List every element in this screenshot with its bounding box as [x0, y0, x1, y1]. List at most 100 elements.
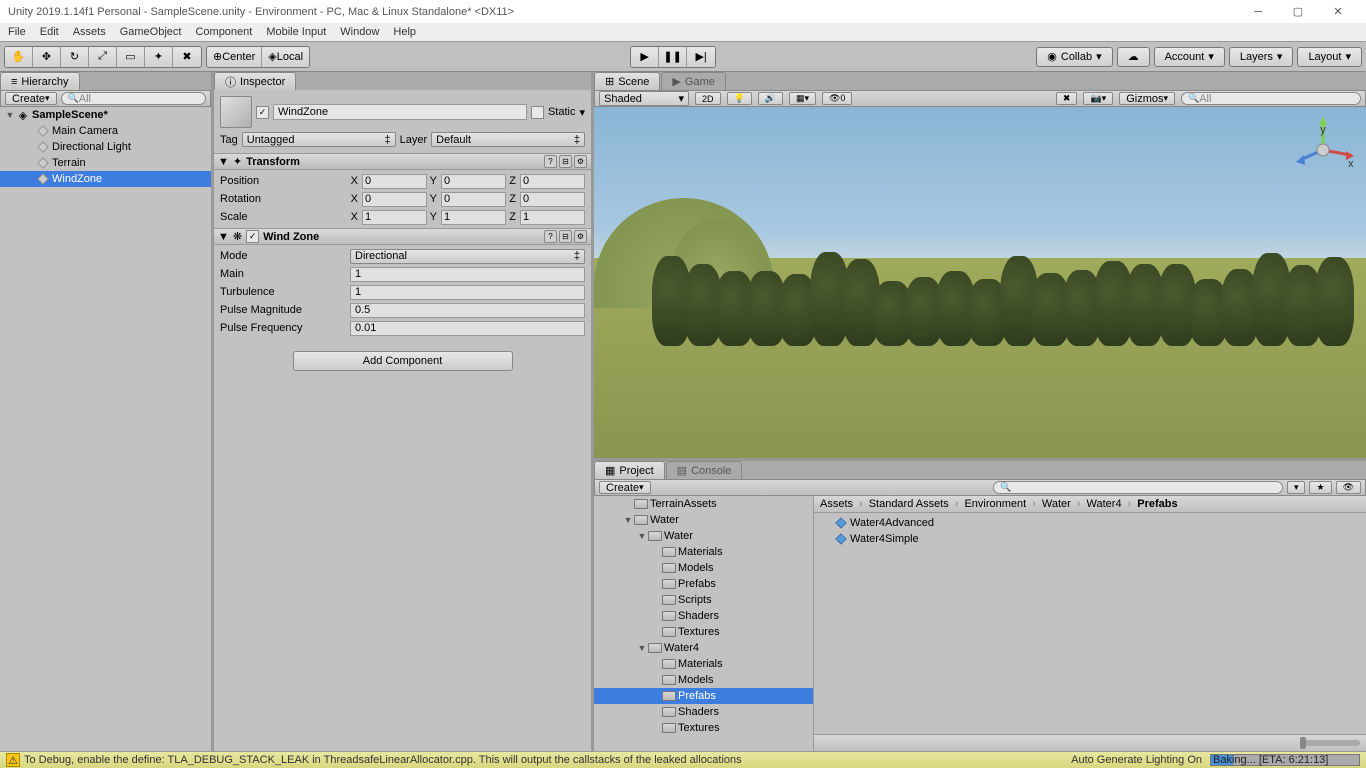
project-tree-item[interactable]: Prefabs	[594, 688, 813, 704]
menu-assets[interactable]: Assets	[73, 26, 106, 38]
warning-icon[interactable]: ⚠	[6, 753, 20, 767]
hierarchy-scene-row[interactable]: ▼◈ SampleScene*	[0, 107, 211, 123]
breadcrumb-item[interactable]: Environment	[964, 498, 1026, 510]
breadcrumb-item[interactable]: Prefabs	[1137, 498, 1177, 510]
project-tree-item[interactable]: ▼Water	[594, 512, 813, 528]
scene-settings-icon[interactable]: ✖	[1056, 92, 1078, 105]
collab-button[interactable]: ◉ Collab ▾	[1036, 47, 1112, 67]
audio-toggle[interactable]: 🔊	[758, 92, 783, 105]
scale-y[interactable]: 1	[441, 210, 506, 225]
minimize-button[interactable]: ─	[1238, 2, 1278, 22]
shading-mode-dropdown[interactable]: Shaded▾	[599, 91, 689, 106]
cloud-button[interactable]: ☁	[1117, 47, 1150, 67]
project-tree-item[interactable]: ▼Water4	[594, 640, 813, 656]
lighting-status[interactable]: Auto Generate Lighting On	[1071, 754, 1202, 766]
orientation-gizmo[interactable]: y x	[1288, 115, 1358, 185]
project-tree-item[interactable]: ▼Water	[594, 528, 813, 544]
lighting-toggle[interactable]: 💡	[727, 92, 752, 105]
transform-preset-icon[interactable]: ⊟	[559, 155, 572, 168]
turbulence-field[interactable]: 1	[350, 285, 585, 300]
rect-tool[interactable]: ▭	[117, 47, 145, 67]
mode-dropdown[interactable]: Directional‡	[350, 249, 585, 264]
menu-gameobject[interactable]: GameObject	[120, 26, 182, 38]
fx-toggle[interactable]: ▦▾	[789, 92, 816, 105]
transform-header[interactable]: ▼ ✦ Transform ?⊟⚙	[214, 153, 591, 170]
move-tool[interactable]: ✥	[33, 47, 61, 67]
add-component-button[interactable]: Add Component	[293, 351, 513, 371]
breadcrumb-item[interactable]: Water4	[1087, 498, 1122, 510]
rotation-z[interactable]: 0	[520, 192, 585, 207]
inspector-tab[interactable]: ⓘ Inspector	[214, 72, 296, 90]
hidden-toggle[interactable]: 👁0	[822, 92, 852, 105]
windzone-menu-icon[interactable]: ⚙	[574, 230, 587, 243]
console-tab[interactable]: ▤ Console	[666, 461, 743, 479]
menu-file[interactable]: File	[8, 26, 26, 38]
gameobject-active-checkbox[interactable]: ✓	[256, 106, 269, 119]
static-dropdown-icon[interactable]: ▾	[579, 106, 585, 119]
windzone-preset-icon[interactable]: ⊟	[559, 230, 572, 243]
static-checkbox[interactable]	[531, 106, 544, 119]
main-field[interactable]: 1	[350, 267, 585, 282]
gameobject-name-field[interactable]	[273, 104, 527, 120]
position-x[interactable]: 0	[362, 174, 427, 189]
windzone-docs-icon[interactable]: ?	[544, 230, 557, 243]
transform-docs-icon[interactable]: ?	[544, 155, 557, 168]
menu-help[interactable]: Help	[393, 26, 416, 38]
windzone-enabled-checkbox[interactable]: ✓	[246, 230, 259, 243]
scene-tab[interactable]: ⊞ Scene	[594, 72, 660, 90]
project-filter-icon[interactable]: ▾	[1287, 481, 1306, 494]
pulse-frequency-field[interactable]: 0.01	[350, 321, 585, 336]
2d-toggle[interactable]: 2D	[695, 92, 721, 105]
custom-tool[interactable]: ✖	[173, 47, 201, 67]
menu-window[interactable]: Window	[340, 26, 379, 38]
project-create-button[interactable]: Create ▾	[599, 481, 651, 494]
rotate-tool[interactable]: ↻	[61, 47, 89, 67]
layer-dropdown[interactable]: Default‡	[431, 132, 585, 147]
project-tree-item[interactable]: Materials	[594, 656, 813, 672]
scale-x[interactable]: 1	[362, 210, 427, 225]
scene-viewport[interactable]: y x	[594, 107, 1366, 458]
project-tree-item[interactable]: Prefabs	[594, 576, 813, 592]
project-hidden-icon[interactable]: 👁	[1336, 481, 1361, 494]
pivot-center-button[interactable]: ⊕ Center	[207, 47, 262, 67]
windzone-header[interactable]: ▼ ❋ ✓ Wind Zone ?⊟⚙	[214, 228, 591, 245]
hierarchy-tab[interactable]: ≡ Hierarchy	[0, 72, 80, 90]
project-tree-item[interactable]: Shaders	[594, 608, 813, 624]
play-button[interactable]: ▶	[631, 47, 659, 67]
project-tree-item[interactable]: Textures	[594, 720, 813, 736]
position-z[interactable]: 0	[520, 174, 585, 189]
transform-tool[interactable]: ✦	[145, 47, 173, 67]
breadcrumb-item[interactable]: Standard Assets	[869, 498, 949, 510]
game-tab[interactable]: ▶ Game	[661, 72, 725, 90]
hierarchy-item[interactable]: WindZone	[0, 171, 211, 187]
breadcrumb-item[interactable]: Water	[1042, 498, 1071, 510]
transform-menu-icon[interactable]: ⚙	[574, 155, 587, 168]
pivot-local-button[interactable]: ◈ Local	[262, 47, 309, 67]
project-tab[interactable]: ▦ Project	[594, 461, 665, 479]
position-y[interactable]: 0	[441, 174, 506, 189]
project-asset-item[interactable]: Water4Simple	[816, 531, 1364, 547]
project-zoom-slider[interactable]	[1300, 740, 1360, 746]
scene-search[interactable]: 🔍 All	[1181, 92, 1361, 105]
layers-button[interactable]: Layers ▾	[1229, 47, 1294, 67]
project-tree-item[interactable]: Textures	[594, 624, 813, 640]
rotation-x[interactable]: 0	[362, 192, 427, 207]
project-tree-item[interactable]: Models	[594, 560, 813, 576]
project-asset-item[interactable]: Water4Advanced	[816, 515, 1364, 531]
hierarchy-item[interactable]: Main Camera	[0, 123, 211, 139]
hierarchy-create-button[interactable]: Create ▾	[5, 92, 57, 105]
layout-button[interactable]: Layout ▾	[1297, 47, 1362, 67]
gizmos-dropdown[interactable]: Gizmos ▾	[1119, 92, 1175, 105]
breadcrumb-item[interactable]: Assets	[820, 498, 853, 510]
maximize-button[interactable]: ▢	[1278, 2, 1318, 22]
scale-tool[interactable]: ⤢	[89, 47, 117, 67]
close-button[interactable]: ✕	[1318, 2, 1358, 22]
menu-component[interactable]: Component	[195, 26, 252, 38]
pulse-magnitude-field[interactable]: 0.5	[350, 303, 585, 318]
project-tree-item[interactable]: Shaders	[594, 704, 813, 720]
pause-button[interactable]: ❚❚	[659, 47, 687, 67]
hierarchy-search[interactable]: 🔍 All	[61, 92, 206, 105]
camera-icon[interactable]: 📷▾	[1083, 92, 1113, 105]
project-search[interactable]: 🔍	[993, 481, 1283, 494]
rotation-y[interactable]: 0	[441, 192, 506, 207]
